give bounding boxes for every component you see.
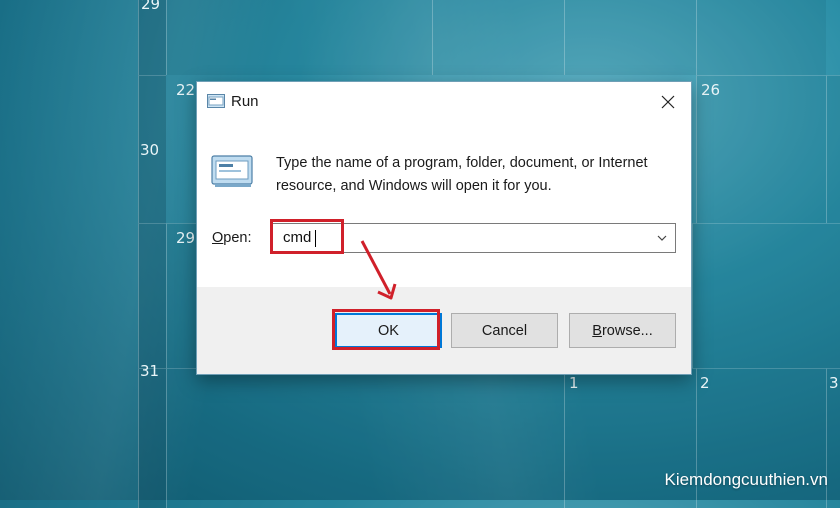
calendar-tile [826, 75, 840, 223]
calendar-day-number: 1 [569, 374, 579, 392]
open-input[interactable]: cmd [283, 229, 311, 246]
calendar-tile [166, 368, 564, 508]
open-label: Open: [212, 230, 252, 246]
run-dialog: Run Type the name of a program, folder, … [196, 81, 692, 375]
calendar-day-number: 22 [176, 81, 196, 99]
open-label-accelerator: O [212, 230, 224, 246]
calendar-tile [138, 368, 166, 508]
text-caret [315, 230, 316, 247]
browse-label: rowse... [601, 322, 653, 339]
calendar-tile [166, 0, 432, 75]
calendar-tile [564, 0, 696, 75]
close-button[interactable] [653, 88, 683, 116]
watermark: Kiemdongcuuthien.vn [664, 470, 828, 489]
cancel-button[interactable]: Cancel [451, 313, 558, 348]
dropdown-button[interactable] [653, 228, 671, 248]
open-combobox[interactable]: cmd [272, 223, 676, 253]
calendar-day-number: 31 [140, 362, 160, 380]
calendar-tile [692, 223, 840, 368]
calendar-day-number: 29 [176, 229, 196, 247]
open-label-text: pen: [223, 230, 252, 246]
browse-accelerator: B [592, 322, 602, 339]
dialog-title: Run [231, 93, 259, 110]
calendar-tile [696, 0, 826, 75]
chevron-down-icon [657, 235, 667, 241]
calendar-tile [432, 0, 564, 75]
calendar-day-number: 3 [829, 374, 839, 392]
calendar-day-number: 2 [700, 374, 710, 392]
dialog-description: Type the name of a program, folder, docu… [276, 155, 648, 194]
run-icon [211, 155, 253, 187]
browse-button[interactable]: Browse... [569, 313, 676, 348]
calendar-day-number: 30 [140, 141, 160, 159]
calendar-day-number: 29 [141, 0, 161, 13]
close-icon [661, 95, 675, 109]
run-icon [207, 94, 225, 108]
calendar-tile [138, 223, 166, 368]
ok-button[interactable]: OK [335, 313, 442, 348]
title-bar[interactable]: Run [197, 82, 691, 122]
calendar-day-number: 26 [701, 81, 721, 99]
